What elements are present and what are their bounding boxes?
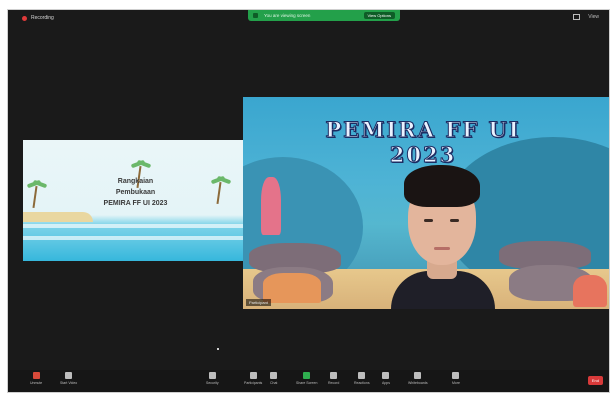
view-button[interactable]: View <box>588 14 599 20</box>
record-button[interactable]: Record <box>328 372 339 385</box>
participant-video-tile[interactable]: PEMIRA FF UI 2023 Participant <box>243 97 609 309</box>
recording-indicator: Recording <box>22 15 54 21</box>
share-indicator-icon <box>253 13 258 18</box>
share-screen-icon <box>303 372 311 379</box>
meeting-toolbar: Unmute Start Video Security Participants… <box>8 370 609 392</box>
beach-sand <box>23 212 93 222</box>
toolbar-label: Chat <box>270 381 278 385</box>
apps-button[interactable]: Apps <box>382 372 390 385</box>
toolbar-label: Whiteboards <box>408 381 428 385</box>
participants-icon <box>249 372 257 379</box>
screen-share-banner[interactable]: You are viewing screen View Options <box>248 10 400 21</box>
chat-button[interactable]: Chat <box>270 372 277 385</box>
security-button[interactable]: Security <box>206 372 219 385</box>
apps-icon <box>382 372 390 379</box>
view-options-button[interactable]: View Options <box>363 12 395 19</box>
record-icon <box>330 372 338 379</box>
mouse-cursor <box>217 348 219 350</box>
coral-decoration <box>263 273 321 303</box>
more-icon <box>452 372 460 379</box>
toolbar-label: More <box>452 381 460 385</box>
share-screen-button[interactable]: Share Screen <box>296 372 317 385</box>
toolbar-label: Security <box>206 381 219 385</box>
shield-icon <box>208 372 216 379</box>
mic-muted-icon <box>32 372 40 379</box>
start-video-button[interactable]: Start Video <box>60 372 77 385</box>
more-button[interactable]: More <box>452 372 460 385</box>
end-meeting-button[interactable]: End <box>587 376 603 385</box>
toolbar-label: Reactions <box>354 381 370 385</box>
participants-button[interactable]: Participants <box>244 372 262 385</box>
toolbar-label: Start Video <box>60 381 78 385</box>
coral-decoration <box>261 177 281 235</box>
video-icon <box>65 372 73 379</box>
wave-decoration <box>23 236 248 240</box>
shared-slide-text: Rangkaian Pembukaan PEMIRA FF UI 2023 <box>23 176 248 209</box>
top-right-controls: View <box>573 14 599 20</box>
whiteboard-icon <box>414 372 422 379</box>
shared-screen-tile[interactable]: Rangkaian Pembukaan PEMIRA FF UI 2023 <box>23 140 248 261</box>
reactions-icon <box>358 372 366 379</box>
record-dot-icon <box>22 15 27 21</box>
gallery-view-icon[interactable] <box>573 14 581 20</box>
slide-line: Pembukaan <box>115 189 156 196</box>
slide-line: PEMIRA FF UI 2023 <box>103 200 168 207</box>
unmute-button[interactable]: Unmute <box>30 372 42 385</box>
wave-decoration <box>23 224 248 228</box>
recording-label: Recording <box>31 15 54 21</box>
coral-decoration <box>573 275 607 307</box>
reactions-button[interactable]: Reactions <box>354 372 370 385</box>
chat-icon <box>270 372 278 379</box>
meeting-window: Recording You are viewing screen View Op… <box>7 9 610 393</box>
participant-name-tag: Participant <box>246 299 271 306</box>
toolbar-label: Unmute <box>30 381 43 385</box>
toolbar-label: Share Screen <box>296 381 318 385</box>
toolbar-label: Record <box>328 381 340 385</box>
toolbar-label: Participants <box>244 381 263 385</box>
whiteboards-button[interactable]: Whiteboards <box>408 372 428 385</box>
share-banner-text: You are viewing screen <box>264 13 311 18</box>
top-bar: Recording You are viewing screen View Op… <box>8 10 609 28</box>
toolbar-label: Apps <box>382 381 390 385</box>
slide-line: Rangkaian <box>117 178 154 185</box>
participant-person <box>391 159 495 309</box>
